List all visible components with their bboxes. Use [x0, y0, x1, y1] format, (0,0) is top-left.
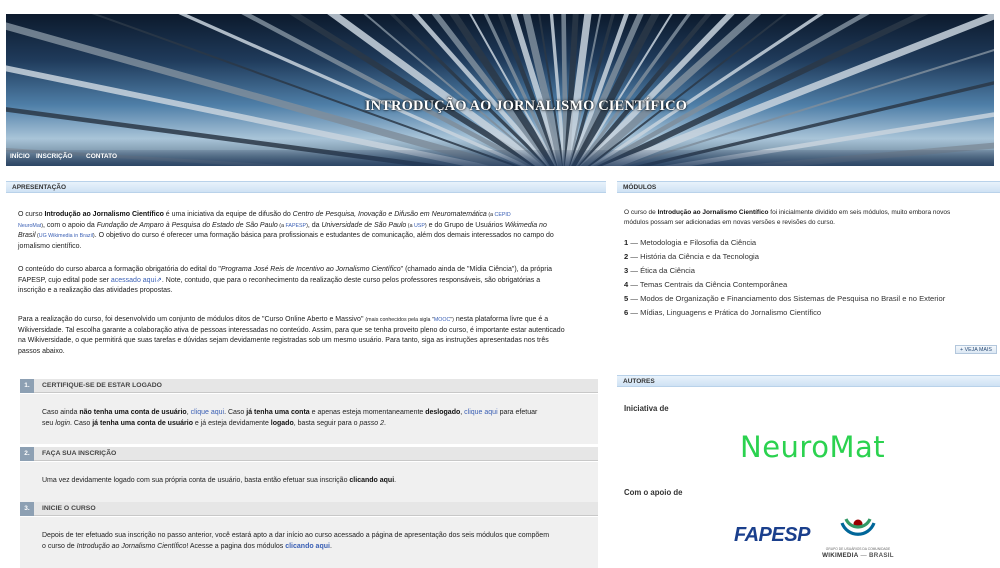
iniciativa-label: Iniciativa de [624, 404, 669, 413]
autores-header: AUTORES [617, 375, 1000, 387]
inline-link[interactable]: CEPID [495, 212, 511, 218]
step-1-number: 1. [20, 379, 34, 393]
step-1-header: 1. CERTIFIQUE-SE DE ESTAR LOGADO [20, 379, 598, 393]
wikimedia-brasil-word: BRASIL [869, 552, 894, 559]
banner: INTRODUÇÃO AO JORNALISMO CIENTÍFICO [6, 14, 994, 166]
module-2[interactable]: 2 — História da Ciência e da Tecnologia [624, 252, 759, 261]
nav-contato[interactable]: CONTATO [86, 153, 117, 160]
step-2-number: 2. [20, 447, 34, 461]
site-title: INTRODUÇÃO AO JORNALISMO CIENTÍFICO [364, 98, 688, 114]
wikimedia-icon [840, 518, 876, 536]
step-2-body: Uma vez devidamente logado com sua própr… [20, 462, 598, 502]
nav-inicio[interactable]: INÍCIO [10, 153, 30, 160]
module-1[interactable]: 1 — Metodologia e Filosofia da Ciência [624, 238, 756, 247]
module-4[interactable]: 4 — Temas Centrais da Ciência Contemporâ… [624, 280, 787, 289]
step-2-header: 2. FAÇA SUA INSCRIÇÃO [20, 447, 598, 461]
module-3[interactable]: 3 — Ética da Ciência [624, 266, 695, 275]
realizacao-paragraph: Para a realização do curso, foi desenvol… [18, 316, 565, 355]
apresentacao-header: APRESENTAÇÃO [6, 181, 606, 193]
inline-link[interactable]: clique aqui [191, 409, 224, 416]
veja-mais-button[interactable]: + VEJA MAIS [955, 345, 997, 354]
inline-link[interactable]: UG Wikimedia in Brazil [39, 233, 93, 239]
step-3-number: 3. [20, 502, 34, 516]
step-1-title: CERTIFIQUE-SE DE ESTAR LOGADO [42, 382, 162, 389]
inline-link[interactable]: clicando aqui [285, 543, 330, 550]
banner-image [6, 14, 994, 166]
inline-link[interactable]: acessado aqui [111, 277, 156, 284]
inline-link[interactable]: NeuroMat [18, 223, 41, 229]
fapesp-logo[interactable]: FAPESP [734, 524, 810, 547]
modulos-intro: O curso de Introdução ao Jornalismo Cien… [624, 209, 951, 226]
intro-paragraph: O curso Introdução ao Jornalismo Científ… [18, 211, 554, 250]
wikimedia-wordmark: WIKIMEDIA [822, 552, 859, 559]
conteudo-paragraph: O conteúdo do curso abarca a formação ob… [18, 266, 553, 294]
step-2-text: Uma vez devidamente logado com sua própr… [42, 477, 397, 484]
neuromat-logo[interactable]: NeuroMat [740, 430, 885, 464]
inline-link[interactable]: MOOC [434, 317, 450, 323]
step-3-text: Depois de ter efetuado sua inscrição no … [42, 532, 550, 550]
step-3-body: Depois de ter efetuado sua inscrição no … [20, 517, 598, 568]
module-5[interactable]: 5 — Modos de Organização e Financiamento… [624, 294, 945, 303]
wikimedia-subtitle: GRUPO DE USUÁRIOS DA COMUNIDADE [825, 547, 891, 551]
modulos-header: MÓDULOS [617, 181, 1000, 193]
step-1-body: Caso ainda não tenha uma conta de usuári… [20, 394, 598, 444]
inline-link[interactable]: FAPESP [285, 223, 306, 229]
inline-link[interactable]: USP [414, 223, 425, 229]
apoio-label: Com o apoio de [624, 488, 683, 497]
inline-link[interactable]: clique aqui [464, 409, 497, 416]
wikimedia-brasil-logo[interactable]: GRUPO DE USUÁRIOS DA COMUNIDADE WIKIMEDI… [820, 511, 920, 568]
nav-inscricao[interactable]: INSCRIÇÃO [36, 153, 72, 160]
module-6[interactable]: 6 — Mídias, Linguagens e Prática do Jorn… [624, 308, 821, 317]
step-2-title: FAÇA SUA INSCRIÇÃO [42, 450, 117, 457]
top-nav: INÍCIO INSCRIÇÃO CONTATO [6, 150, 994, 166]
step-3-header: 3. INICIE O CURSO [20, 502, 598, 516]
step-3-title: INICIE O CURSO [42, 505, 96, 512]
step-1-text: Caso ainda não tenha uma conta de usuári… [42, 409, 538, 427]
